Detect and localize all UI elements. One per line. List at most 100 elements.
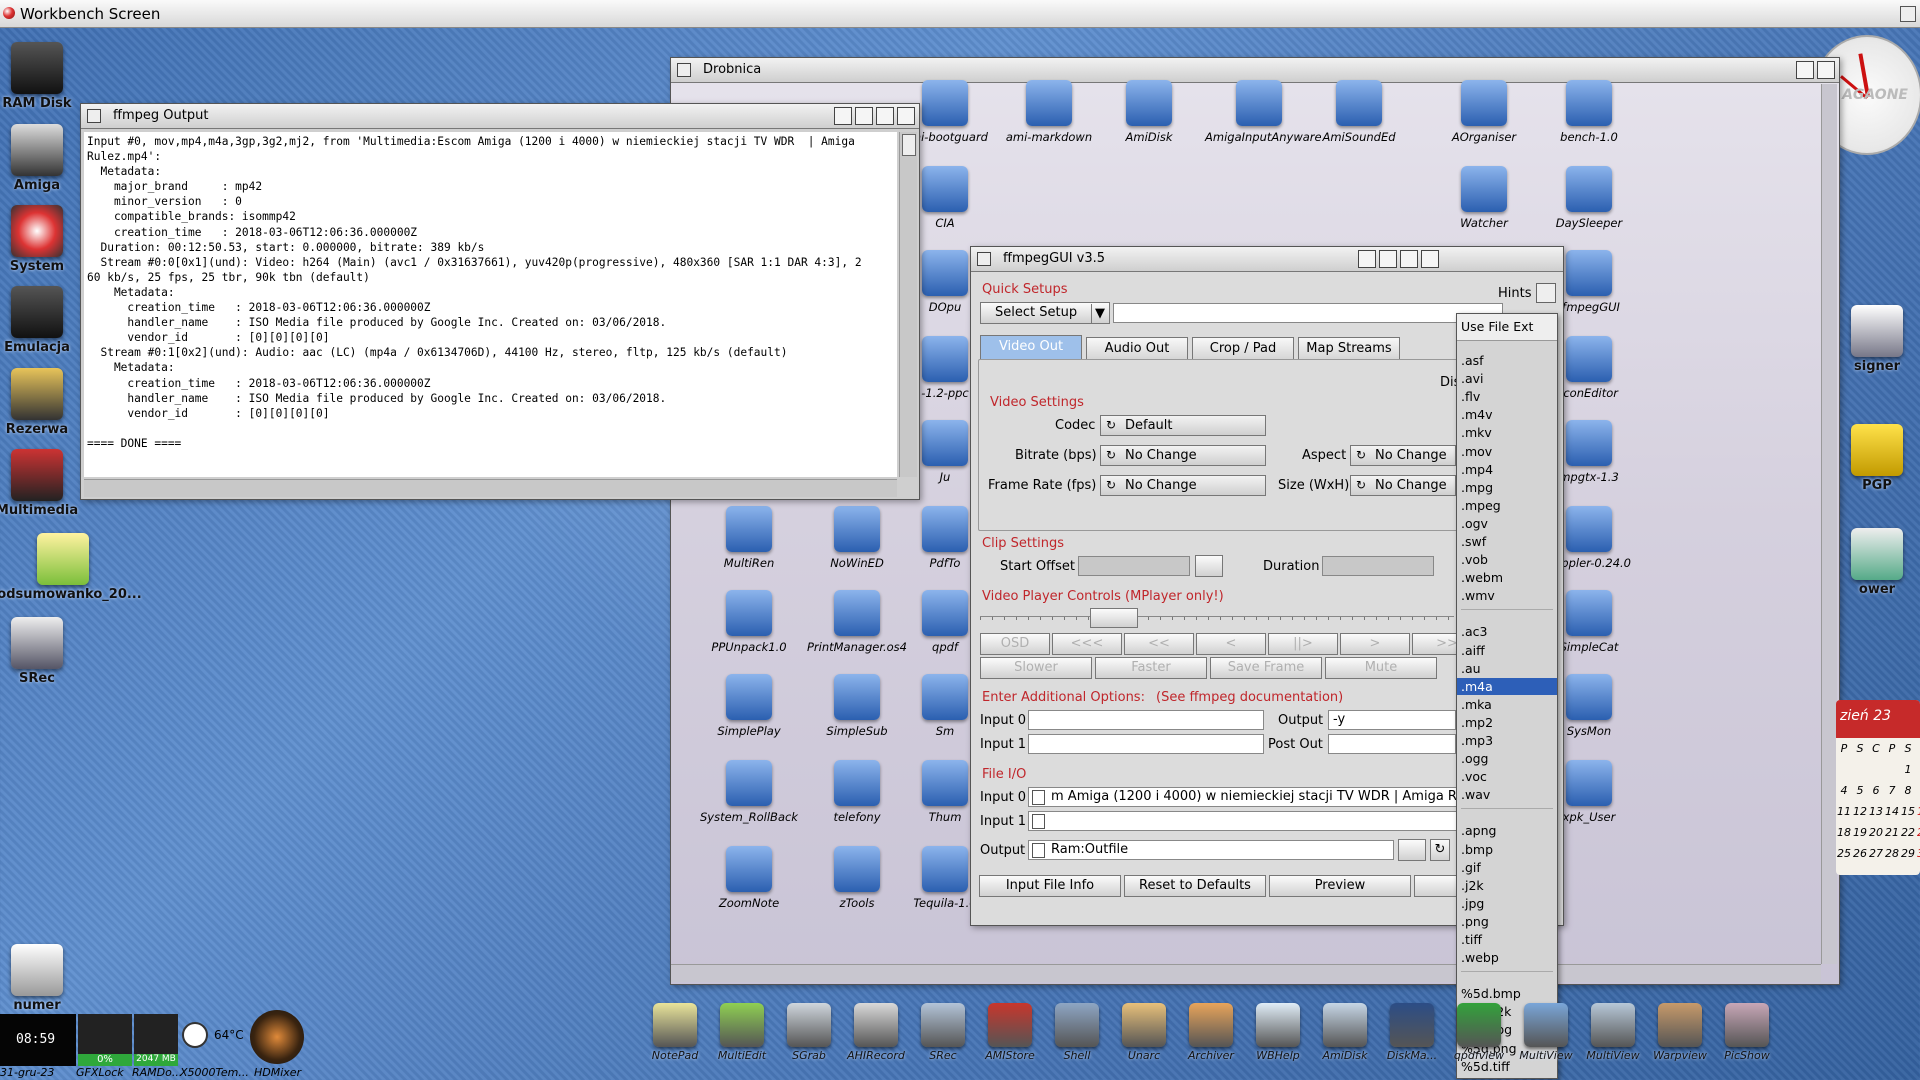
desktop-icon-numer[interactable]: numer (0, 944, 80, 1013)
file-ext-option[interactable]: .au (1457, 660, 1557, 677)
file-ext-option[interactable]: .swf (1457, 533, 1557, 550)
dock-item[interactable]: NotePad (644, 1003, 706, 1062)
drawer-icon[interactable]: AmiSoundEd (1305, 80, 1413, 144)
player-button[interactable]: Mute (1325, 657, 1437, 679)
dock-item[interactable]: Unarc (1113, 1003, 1175, 1062)
desktop-icon-system[interactable]: System (0, 205, 80, 274)
file-requester-icon[interactable] (1032, 814, 1045, 829)
file-ext-option[interactable]: .j2k (1457, 877, 1557, 894)
output-title-bar[interactable]: ffmpeg Output (81, 104, 919, 129)
dock-item[interactable]: Archiver (1180, 1003, 1242, 1062)
player-button[interactable]: > (1340, 633, 1410, 655)
file-ext-dropdown[interactable]: Use File Ext .asf .avi .flv .m4v .mkv .mov .mp… (1456, 313, 1558, 1079)
fio-output-field[interactable]: Ram:Outfile (1028, 840, 1394, 860)
file-ext-option[interactable]: .mkv (1457, 424, 1557, 441)
drawer-horizontal-scrollbar[interactable] (671, 964, 1821, 982)
desktop-icon-ramdisk[interactable]: RAM Disk (0, 42, 80, 111)
file-ext-option[interactable]: .vob (1457, 551, 1557, 568)
file-ext-option[interactable]: .asf (1457, 352, 1557, 369)
start-offset-field[interactable] (1078, 556, 1190, 576)
drawer-icon[interactable]: AmiDisk (1095, 80, 1203, 144)
file-ext-option[interactable]: .voc (1457, 768, 1557, 785)
file-ext-option[interactable]: .apng (1457, 822, 1557, 839)
preview-button[interactable]: Preview (1269, 875, 1411, 897)
post-out-field[interactable] (1328, 734, 1456, 754)
tab-crop-pad[interactable]: Crop / Pad (1192, 337, 1294, 359)
file-ext-option[interactable]: .flv (1457, 388, 1557, 405)
setup-name-field[interactable] (1113, 303, 1503, 323)
start-offset-button[interactable] (1195, 555, 1223, 577)
output-scrollbar[interactable] (899, 132, 917, 477)
drawer-icon[interactable]: SimplePlay (695, 674, 803, 738)
desktop-icon-podsumowanko[interactable]: podsumowanko_20... (0, 533, 142, 602)
player-button[interactable]: ||> (1268, 633, 1338, 655)
player-button[interactable]: < (1196, 633, 1266, 655)
dock-item[interactable]: MultiEdit (711, 1003, 773, 1062)
framerate-cycle[interactable]: No Change (1100, 475, 1266, 496)
hdmixer-knob-icon[interactable] (250, 1010, 304, 1064)
encode-button[interactable] (1414, 875, 1458, 897)
screen-depth-gadget[interactable] (1900, 6, 1916, 22)
dock-item[interactable]: AHIRecord (845, 1003, 907, 1062)
bitrate-cycle[interactable]: No Change (1100, 445, 1266, 466)
zoom-gadget[interactable] (876, 107, 894, 125)
snapshot-gadget[interactable] (855, 107, 873, 125)
dock-item[interactable]: AmiDisk (1314, 1003, 1376, 1062)
gui-title-bar[interactable]: ffmpegGUI v3.5 (971, 247, 1563, 272)
file-ext-option[interactable]: .jpg (1457, 895, 1557, 912)
opt-input1-field[interactable] (1028, 734, 1264, 754)
reset-defaults-button[interactable]: Reset to Defaults (1124, 875, 1266, 897)
dock-item[interactable]: SRec (912, 1003, 974, 1062)
desktop-icon-amiga[interactable]: Amiga (0, 124, 80, 193)
file-ext-option[interactable]: .mov (1457, 443, 1557, 460)
zoom-gadget[interactable] (1400, 250, 1418, 268)
input-file-info-button[interactable]: Input File Info (979, 875, 1121, 897)
dock-item[interactable]: Shell (1046, 1003, 1108, 1062)
see-docs-link[interactable]: (See ffmpeg documentation) (1156, 690, 1343, 705)
close-gadget[interactable] (977, 252, 991, 266)
dock-item[interactable]: WBHelp (1247, 1003, 1309, 1062)
output-horizontal-scrollbar[interactable] (84, 479, 897, 497)
drawer-icon[interactable]: ZoomNote (695, 846, 803, 910)
size-cycle[interactable]: No Change (1350, 475, 1456, 496)
file-ext-option[interactable]: .ogv (1457, 515, 1557, 532)
drawer-icon[interactable]: MultiRen (695, 506, 803, 570)
drawer-icon[interactable]: System_RollBack (695, 760, 803, 824)
dock-item[interactable]: SGrab (778, 1003, 840, 1062)
output-ext-button[interactable] (1398, 839, 1426, 861)
file-ext-option[interactable]: .ac3 (1457, 623, 1557, 640)
desktop-icon-srec[interactable]: SRec (0, 617, 80, 686)
file-ext-option[interactable]: .webm (1457, 569, 1557, 586)
refresh-icon[interactable]: ↻ (1430, 839, 1450, 861)
file-ext-option[interactable]: .webp (1457, 949, 1557, 966)
codec-cycle[interactable]: Default (1100, 415, 1266, 436)
output-text-area[interactable]: Input #0, mov,mp4,m4a,3gp,3g2,mj2, from … (84, 132, 897, 477)
file-ext-option[interactable]: .mpeg (1457, 497, 1557, 514)
duration-field[interactable] (1322, 556, 1434, 576)
depth-gadget[interactable] (897, 107, 915, 125)
aspect-cycle[interactable]: No Change (1350, 445, 1456, 466)
drawer-icon[interactable]: AmigaInputAnyware (1205, 80, 1322, 144)
file-ext-option[interactable]: .mpg (1457, 479, 1557, 496)
dock-item[interactable]: MultiView (1515, 1003, 1577, 1062)
fio-input1-field[interactable] (1028, 811, 1458, 831)
tab-map-streams[interactable]: Map Streams (1298, 337, 1400, 359)
dock-item[interactable]: qpdfview (1448, 1003, 1510, 1062)
snapshot-gadget[interactable] (1379, 250, 1397, 268)
file-requester-icon[interactable] (1032, 790, 1045, 805)
file-ext-option[interactable]: .avi (1457, 370, 1557, 387)
file-ext-option[interactable]: .m4v (1457, 406, 1557, 423)
hints-checkbox[interactable] (1536, 283, 1556, 303)
player-position-slider[interactable] (980, 616, 1454, 620)
file-ext-option[interactable]: .aiff (1457, 642, 1557, 659)
player-button[interactable]: OSD (980, 633, 1050, 655)
player-button[interactable]: Slower (980, 657, 1092, 679)
desktop-icon-multimedia[interactable]: Multimedia (0, 449, 80, 518)
iconify-gadget[interactable] (1358, 250, 1376, 268)
depth-gadget[interactable] (1817, 61, 1835, 79)
file-ext-option[interactable]: .wmv (1457, 587, 1557, 604)
file-ext-option[interactable]: .wav (1457, 786, 1557, 803)
file-ext-option[interactable]: .mp4 (1457, 461, 1557, 478)
file-ext-option[interactable]: .bmp (1457, 841, 1557, 858)
slider-knob[interactable] (1090, 608, 1138, 628)
